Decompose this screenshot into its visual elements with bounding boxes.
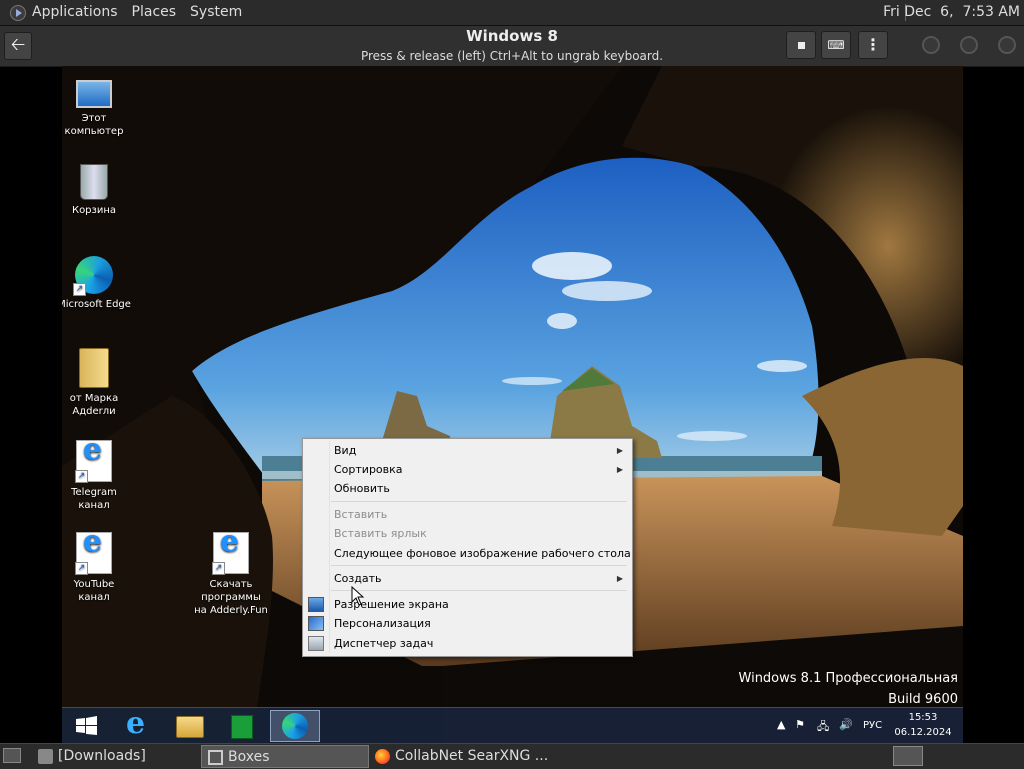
stop-icon [797, 42, 805, 49]
menu-item-sort[interactable]: Сортировка ▶ [303, 460, 632, 479]
taskbar-downloads[interactable]: [Downloads] [32, 745, 200, 768]
menu-item-label: Вставить ярлык [334, 527, 427, 540]
boxes-header-bar: 🡠 Windows 8 Press & release (left) Ctrl+… [0, 26, 1024, 67]
menu-icon: ⋮ [865, 35, 881, 54]
host-top-panel: Applications Places System Fri Dec 6, 7:… [0, 0, 1024, 26]
computer-icon [76, 80, 112, 108]
desktop-icon-computer[interactable]: Этот компьютер [62, 74, 131, 138]
taskbar-firefox[interactable]: CollabNet SearXNG ... [369, 745, 549, 768]
submenu-arrow-icon: ▶ [616, 574, 623, 583]
maximize-button[interactable] [960, 36, 978, 54]
desktop-icon-label: Корзина [71, 205, 117, 216]
desktop-context-menu: Вид ▶ Сортировка ▶ Обновить Вставить Встав… [302, 438, 633, 657]
menu-item-label: Сортировка [334, 463, 403, 476]
start-button[interactable] [62, 710, 112, 742]
windows-logo-icon [76, 716, 97, 735]
tray-time[interactable]: 15:53 [893, 712, 953, 723]
ie-shortcut-icon [75, 440, 112, 483]
menu-item-label: Обновить [334, 482, 390, 495]
firefox-icon [375, 749, 390, 764]
recycle-bin-icon [80, 164, 108, 200]
workspace-switcher-icon[interactable] [893, 746, 923, 766]
taskbar-ie[interactable]: e [112, 706, 162, 742]
applications-logo-icon[interactable] [10, 4, 26, 21]
menu-item-label: Персонализация [334, 617, 431, 630]
windows-edition-watermark: Windows 8.1 Профессиональная Build 9600 [739, 668, 958, 710]
folder-icon [79, 348, 109, 388]
volume-icon[interactable]: 🔊 [839, 718, 853, 731]
system-tray: ▲ ⚑ 🖧 🔊 РУС 15:53 06.12.2024 [763, 708, 963, 743]
host-clock[interactable]: Fri Dec 6, 7:53 AM [883, 0, 1020, 25]
desktop-icon-label: Telegram канал [71, 487, 117, 511]
menu-button[interactable]: ⋮ [858, 31, 888, 59]
submenu-arrow-icon: ▶ [616, 446, 623, 455]
close-button[interactable] [998, 36, 1016, 54]
edge-icon [282, 713, 308, 739]
tray-date[interactable]: 06.12.2024 [893, 727, 953, 738]
keyboard-icon: ⌨ [827, 38, 845, 52]
desktop-icon-telegram[interactable]: Telegram канал [62, 440, 131, 512]
desktop-icon-label: Этот компьютер [64, 113, 124, 137]
menu-item-label: Диспетчер задач [334, 637, 434, 650]
network-icon[interactable]: 🖧 [817, 718, 829, 737]
monitor-icon [308, 597, 324, 612]
menu-item-task-manager[interactable]: Диспетчер задач [303, 634, 632, 653]
task-label: [Downloads] [58, 748, 146, 764]
mouse-cursor-icon [351, 586, 365, 606]
menu-item-personalization[interactable]: Персонализация [303, 614, 632, 633]
stop-button[interactable] [786, 31, 816, 59]
menu-separator [331, 501, 627, 502]
folder-icon [38, 749, 53, 764]
desktop-icon-label: Скачать программы на Adderly.Fun [194, 579, 268, 616]
menu-item-label: Создать [334, 572, 382, 585]
guest-taskbar: e ▲ ⚑ 🖧 🔊 РУС 15:53 06.12.2024 [62, 706, 963, 743]
menu-separator [331, 590, 627, 591]
menu-item-next-wallpaper[interactable]: Следующее фоновое изображение рабочего с… [303, 544, 632, 563]
desktop-icon-label: Microsoft Edge [62, 299, 131, 310]
menu-separator [331, 565, 627, 566]
guest-screen[interactable]: Этот компьютер Корзина Microsoft Edge от… [62, 66, 963, 743]
boxes-icon [208, 750, 223, 765]
menu-item-paste: Вставить [303, 505, 632, 524]
submenu-arrow-icon: ▶ [616, 465, 623, 474]
taskbar-file-explorer[interactable] [164, 710, 214, 742]
menu-places[interactable]: Places [126, 0, 185, 25]
store-icon [231, 715, 253, 739]
menu-system[interactable]: System [184, 0, 250, 25]
desktop-icon-folder[interactable]: от Марка Адderли [62, 348, 131, 418]
input-language[interactable]: РУС [863, 720, 882, 731]
ie-shortcut-icon [212, 532, 249, 575]
taskbar-edge[interactable] [270, 710, 320, 742]
file-explorer-icon [176, 716, 204, 738]
edge-icon [73, 256, 113, 296]
desktop-icon-adderly[interactable]: Скачать программы на Adderly.Fun [194, 532, 268, 617]
show-desktop-icon[interactable] [3, 748, 21, 763]
menu-applications[interactable]: Applications [32, 0, 126, 25]
keyboard-button[interactable]: ⌨ [821, 31, 851, 59]
menu-item-paste-shortcut: Вставить ярлык [303, 524, 632, 543]
taskbar-store[interactable] [216, 710, 266, 742]
personalization-icon [308, 616, 324, 631]
task-manager-icon [308, 636, 324, 651]
menu-item-label: Вставить [334, 508, 388, 521]
menu-item-view[interactable]: Вид ▶ [303, 441, 632, 460]
desktop-icon-youtube[interactable]: YouTube канал [62, 532, 131, 604]
task-label: CollabNet SearXNG ... [395, 748, 549, 764]
desktop-icon-recycle-bin[interactable]: Корзина [62, 164, 131, 217]
taskbar-boxes[interactable]: Boxes [201, 745, 369, 768]
menu-item-label: Следующее фоновое изображение рабочего с… [334, 547, 631, 560]
desktop-icon-edge[interactable]: Microsoft Edge [62, 256, 131, 311]
flag-icon[interactable]: ⚑ [795, 718, 805, 731]
edition-name: Windows 8.1 Профессиональная [738, 671, 958, 686]
minimize-button[interactable] [922, 36, 940, 54]
desktop-icon-label: YouTube канал [73, 579, 115, 603]
show-hidden-icons-icon[interactable]: ▲ [777, 718, 785, 731]
menu-item-label: Вид [334, 444, 357, 457]
desktop-icon-label: от Марка Адderли [69, 393, 119, 417]
internet-explorer-icon: e [126, 706, 146, 741]
ie-shortcut-icon [75, 532, 112, 575]
task-label: Boxes [228, 749, 270, 765]
host-bottom-panel: [Downloads] Boxes CollabNet SearXNG ... [0, 743, 1024, 769]
menu-item-refresh[interactable]: Обновить [303, 479, 632, 498]
